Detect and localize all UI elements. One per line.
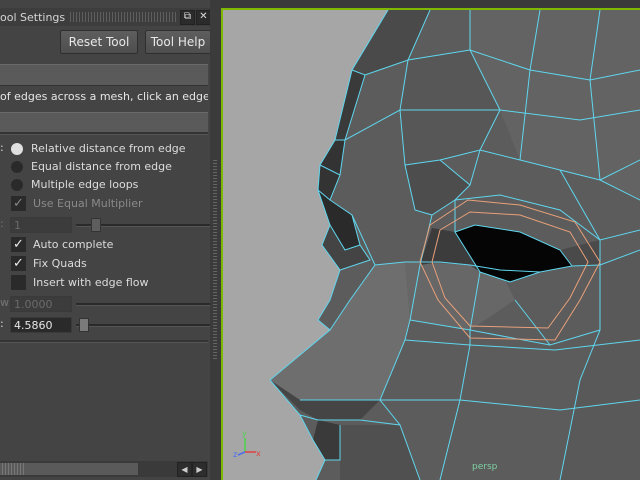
section-separator-bottom	[0, 340, 208, 343]
reset-tool-button[interactable]: Reset Tool	[60, 30, 138, 54]
axis-x-label: x	[256, 449, 261, 458]
row-equal-distance: Equal distance from edge	[0, 158, 210, 176]
row-edge-flow: Insert with edge flow	[0, 274, 210, 292]
row-multiple-loops: Multiple edge loops	[0, 176, 210, 194]
row-fix-quads: ✓ Fix Quads	[0, 255, 210, 273]
section-header-description[interactable]	[0, 64, 208, 86]
float-panel-icon[interactable]: ⧉	[180, 10, 195, 25]
checkbox-edge-flow-label: Insert with edge flow	[33, 276, 149, 289]
checkbox-auto-complete[interactable]: ✓	[11, 237, 26, 252]
axis-y-label: y	[242, 429, 247, 438]
number-of-loops-field[interactable]: 1	[10, 217, 72, 233]
tool-description: of edges across a mesh, click an edge an…	[0, 90, 208, 103]
adjust-edge-flow-field[interactable]: 1.0000	[10, 296, 72, 312]
checkbox-equal-multiplier-label: Use Equal Multiplier	[33, 197, 143, 210]
checkbox-auto-complete-label: Auto complete	[33, 238, 114, 251]
row-colon: :	[0, 141, 4, 154]
panel-title: ool Settings	[0, 11, 66, 24]
head-mesh-wireframe: y x z	[233, 10, 640, 480]
scrollbar-thumb[interactable]	[0, 463, 138, 475]
radio-multiple-loops-label: Multiple edge loops	[31, 178, 139, 191]
row-colon: :	[0, 217, 4, 230]
row-equal-multiplier: ✓ Use Equal Multiplier	[0, 195, 210, 213]
number-of-loops-slider-thumb[interactable]	[91, 218, 101, 232]
row-auto-complete: ✓ Auto complete	[0, 236, 210, 254]
axis-gizmo: y x z	[233, 429, 261, 459]
horizontal-scrollbar[interactable]: ◀ ▶	[0, 461, 208, 477]
tool-settings-panel: ool Settings ⧉ ✕ Reset Tool Tool Help of…	[0, 0, 210, 480]
radio-equal-distance-label: Equal distance from edge	[31, 160, 172, 173]
checkbox-edge-flow[interactable]	[11, 275, 26, 290]
radio-equal-distance[interactable]	[11, 161, 23, 173]
scroll-right-icon[interactable]: ▶	[192, 462, 207, 477]
row-colon: w	[0, 296, 9, 309]
scroll-left-icon[interactable]: ◀	[177, 462, 192, 477]
distance-slider[interactable]	[76, 324, 210, 327]
viewport-top-strip	[221, 0, 640, 8]
titlebar-grip[interactable]	[70, 12, 178, 22]
distance-field[interactable]: 4.5860	[10, 317, 72, 333]
axis-z-label: z	[233, 450, 237, 459]
panel-splitter[interactable]	[210, 0, 221, 480]
radio-relative-distance-label: Relative distance from edge	[31, 142, 186, 155]
row-colon: :	[0, 317, 4, 330]
checkbox-fix-quads-label: Fix Quads	[33, 257, 87, 270]
row-number-of-loops: : 1	[0, 216, 210, 234]
row-relative-distance: : Relative distance from edge	[0, 140, 210, 158]
radio-multiple-loops[interactable]	[11, 179, 23, 191]
section-separator	[0, 132, 208, 135]
tool-help-button[interactable]: Tool Help	[145, 30, 210, 54]
adjust-edge-flow-slider[interactable]	[76, 303, 210, 306]
splitter-grip[interactable]	[213, 160, 217, 360]
section-header-settings[interactable]	[0, 112, 208, 134]
3d-viewport[interactable]: y x z	[221, 8, 640, 480]
row-adjust-edge-flow: w 1.0000	[0, 295, 210, 313]
checkbox-equal-multiplier[interactable]: ✓	[11, 196, 26, 211]
row-distance: : 4.5860	[0, 316, 210, 334]
panel-titlebar: ool Settings ⧉ ✕	[0, 8, 210, 26]
camera-label: persp	[472, 462, 498, 472]
checkbox-fix-quads[interactable]: ✓	[11, 256, 26, 271]
radio-relative-distance[interactable]	[11, 143, 23, 155]
distance-slider-thumb[interactable]	[79, 318, 89, 332]
close-icon[interactable]: ✕	[196, 10, 210, 25]
